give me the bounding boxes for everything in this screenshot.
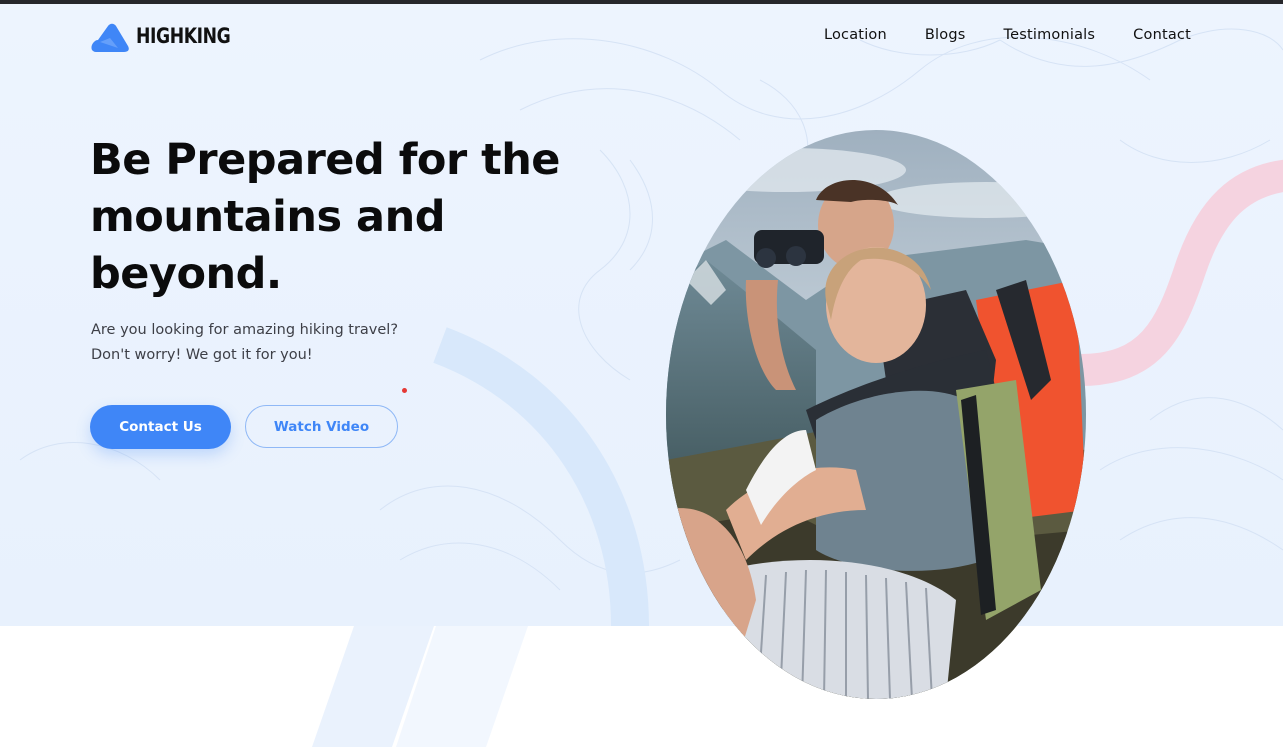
brand-name: HIGHKING [136, 24, 231, 48]
hikers-photo [666, 130, 1086, 699]
hero-subtitle-line: Don't worry! We got it for you! [91, 347, 313, 363]
hero-title-line: beyond. [90, 249, 282, 299]
nav-item-contact[interactable]: Contact [1133, 27, 1191, 43]
main-nav: Location Blogs Testimonials Contact [786, 27, 1191, 43]
nav-item-testimonials[interactable]: Testimonials [1004, 27, 1096, 43]
mountain-logo-icon [91, 23, 129, 52]
brand-logo[interactable]: HIGHKING [90, 18, 251, 54]
hero-title-line: mountains and [90, 192, 445, 242]
bottom-section [0, 626, 1283, 747]
hero-title-line: Be Prepared for the [90, 135, 560, 185]
nav-item-location[interactable]: Location [824, 27, 887, 43]
nav-item-blogs[interactable]: Blogs [925, 27, 966, 43]
hero-title: Be Prepared for the mountains and beyond… [90, 132, 560, 303]
hero-image [666, 130, 1086, 699]
contact-us-button[interactable]: Contact Us [90, 405, 231, 449]
cursor-dot [402, 388, 407, 393]
watch-video-button[interactable]: Watch Video [245, 405, 398, 448]
hero-subtitle-line: Are you looking for amazing hiking trave… [91, 322, 399, 338]
hero-subtitle: Are you looking for amazing hiking trave… [91, 318, 421, 368]
hero-background [0, 4, 1283, 626]
